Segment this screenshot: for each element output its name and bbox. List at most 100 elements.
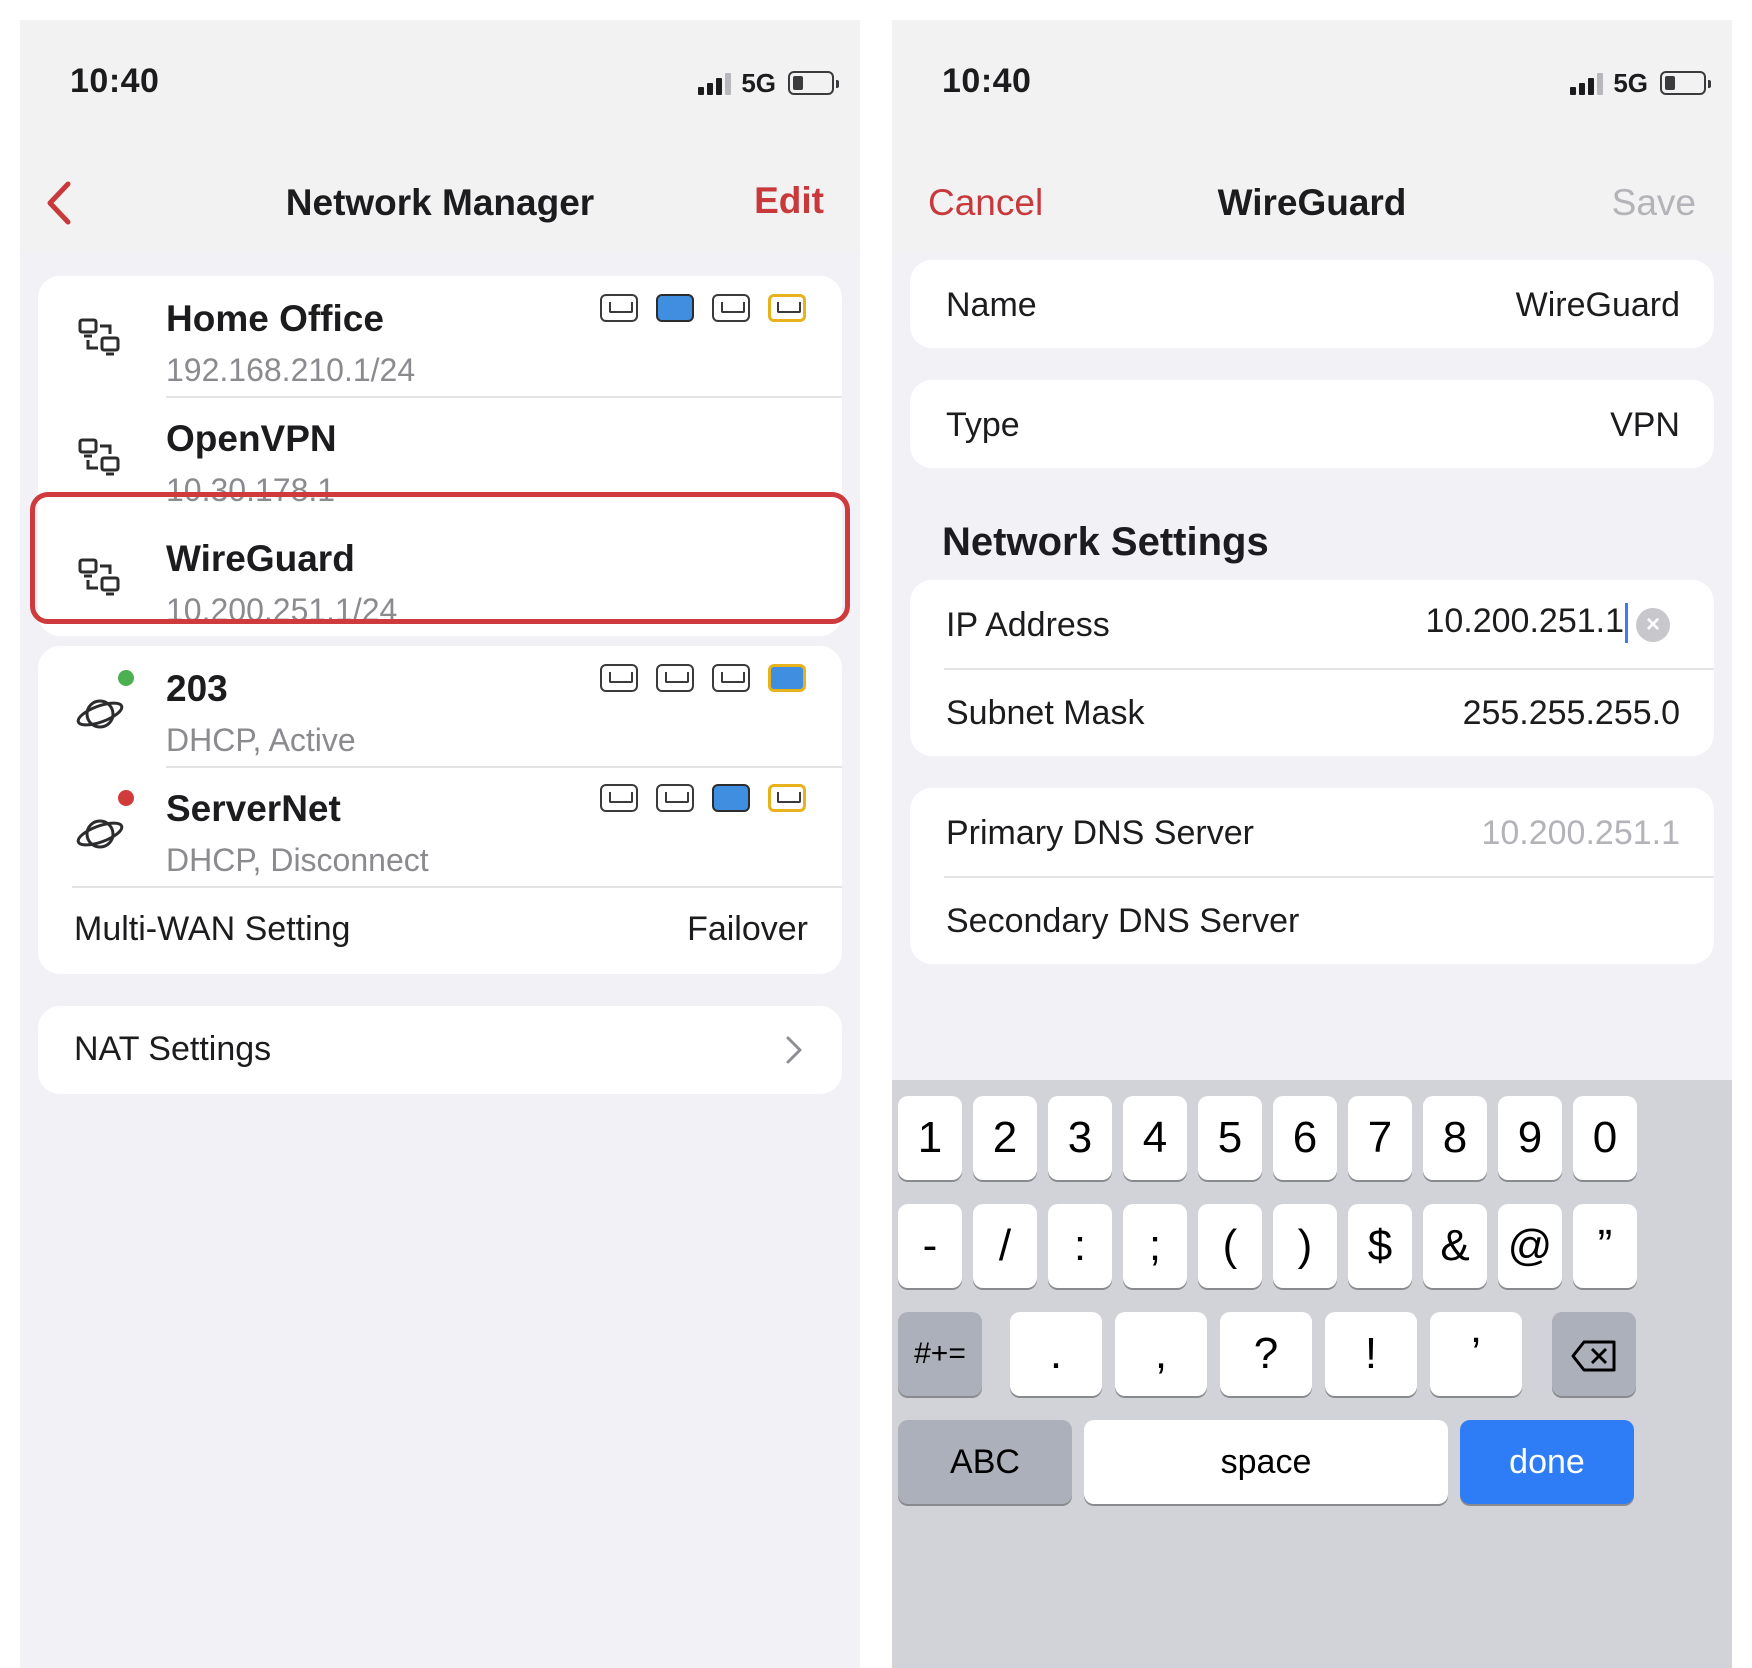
wan-status: DHCP, Disconnect (166, 842, 429, 878)
abc-key[interactable]: ABC (898, 1420, 1072, 1504)
section-header: Network Settings (942, 520, 1269, 564)
ip-address-input[interactable]: 10.200.251.1 (1425, 602, 1628, 644)
network-type: 5G (1613, 67, 1648, 98)
type-label: Type (946, 406, 1020, 444)
keyboard-key[interactable]: 0 (1573, 1096, 1637, 1180)
lan-network-icon (78, 318, 120, 356)
subnet-mask-input[interactable]: 255.255.255.0 (1463, 694, 1680, 733)
keyboard-key[interactable]: ? (1220, 1312, 1312, 1396)
type-row[interactable]: Type VPN (910, 380, 1714, 468)
keyboard-key[interactable]: 5 (1198, 1096, 1262, 1180)
wireguard-edit-screen: 10:40 5G Cancel WireGuard Save Name Wire… (892, 20, 1732, 1668)
keyboard-key[interactable]: 6 (1273, 1096, 1337, 1180)
keyboard-key[interactable]: 3 (1048, 1096, 1112, 1180)
space-key[interactable]: space (1084, 1420, 1448, 1504)
status-indicators: 5G (1570, 67, 1711, 98)
more-symbols-key[interactable]: #+= (898, 1312, 982, 1396)
battery-icon (1660, 71, 1711, 95)
page-title: WireGuard (1217, 182, 1407, 223)
port-icon (600, 664, 638, 692)
signal-icon (698, 71, 732, 95)
keyboard-key[interactable]: ) (1273, 1204, 1337, 1288)
multiwan-label: Multi-WAN Setting (74, 910, 351, 948)
text-cursor (1625, 603, 1628, 644)
keyboard-key[interactable]: & (1423, 1204, 1487, 1288)
status-dot-active (118, 670, 134, 686)
port-icon (712, 294, 750, 322)
status-bar: 10:40 5G (20, 20, 860, 140)
wan-item-servernet[interactable]: ServerNet DHCP, Disconnect (38, 766, 842, 900)
secondary-dns-label: Secondary DNS Server (946, 902, 1300, 940)
port-icon (600, 294, 638, 322)
backspace-icon (1571, 1340, 1616, 1372)
numeric-keyboard: 1234567890 - /:;() $ & @” #+= .,?!’ ABC spac… (892, 1080, 1732, 1668)
divider (944, 876, 1714, 878)
port-indicators (600, 784, 806, 812)
nat-label: NAT Settings (74, 1030, 272, 1068)
network-item-home-office[interactable]: Home Office 192.168.210.1/24 (38, 276, 842, 410)
keyboard-key[interactable]: ! (1325, 1312, 1417, 1396)
chevron-right-icon (786, 1036, 802, 1064)
nav-bar: Network Manager Edit (20, 140, 860, 252)
keyboard-key[interactable]: , (1115, 1312, 1207, 1396)
page-title: Network Manager (285, 182, 595, 223)
backspace-key[interactable] (1552, 1312, 1636, 1396)
dns-settings-card: Primary DNS Server 10.200.251.1 Secondar… (910, 788, 1714, 964)
keyboard-key[interactable]: $ (1348, 1204, 1412, 1288)
multiwan-value: Failover (687, 910, 808, 948)
keyboard-key[interactable]: 9 (1498, 1096, 1562, 1180)
keyboard-key[interactable]: 8 (1423, 1096, 1487, 1180)
keyboard-key[interactable]: ( (1198, 1204, 1262, 1288)
wan-name: 203 (166, 668, 228, 709)
network-name: OpenVPN (166, 418, 337, 459)
signal-icon (1570, 71, 1604, 95)
network-list-content: Home Office 192.168.210.1/24 OpenVPN 10.… (20, 252, 860, 1668)
wan-name: ServerNet (166, 788, 341, 829)
ip-settings-card: IP Address 10.200.251.1 × Subnet Mask 25… (910, 580, 1714, 756)
clear-icon[interactable]: × (1636, 608, 1670, 642)
keyboard-key[interactable]: 2 (973, 1096, 1037, 1180)
name-label: Name (946, 286, 1037, 324)
network-address: 192.168.210.1/24 (166, 352, 416, 388)
network-manager-screen: 10:40 5G Network Manager Edit Home Offic… (20, 20, 860, 1668)
status-indicators: 5G (698, 68, 839, 98)
nat-settings-row[interactable]: NAT Settings (38, 1006, 842, 1094)
planet-icon (76, 819, 124, 849)
keyboard-key[interactable]: @ (1498, 1204, 1562, 1288)
battery-icon (788, 71, 839, 95)
keyboard-key[interactable]: ’ (1430, 1312, 1522, 1396)
done-key[interactable]: done (1460, 1420, 1634, 1504)
keyboard-key[interactable]: . (1010, 1312, 1102, 1396)
name-row[interactable]: Name WireGuard (910, 260, 1714, 348)
primary-dns-input[interactable]: 10.200.251.1 (1481, 814, 1680, 853)
status-dot-disconnected (118, 790, 134, 806)
wan-item-203[interactable]: 203 DHCP, Active (38, 646, 842, 780)
port-warning-icon (768, 784, 806, 812)
keyboard-key[interactable]: ; (1123, 1204, 1187, 1288)
status-time: 10:40 (70, 62, 160, 100)
multiwan-setting-row[interactable]: Multi-WAN Setting Failover (38, 886, 842, 974)
keyboard-key[interactable]: 1 (898, 1096, 962, 1180)
name-value: WireGuard (1515, 286, 1680, 324)
ip-address-label: IP Address (946, 606, 1110, 644)
selection-highlight (30, 492, 850, 624)
port-indicators (600, 664, 806, 692)
divider (944, 668, 1714, 670)
keyboard-key[interactable]: 7 (1348, 1096, 1412, 1180)
save-button[interactable]: Save (1612, 182, 1696, 224)
keyboard-key[interactable]: / (973, 1204, 1037, 1288)
edit-button[interactable]: Edit (754, 180, 824, 222)
port-warning-icon (768, 294, 806, 322)
primary-dns-label: Primary DNS Server (946, 814, 1254, 852)
port-active-icon (712, 784, 750, 812)
status-time: 10:40 (942, 62, 1032, 100)
keyboard-key[interactable]: ” (1573, 1204, 1637, 1288)
port-active-icon (768, 664, 806, 692)
port-icon (600, 784, 638, 812)
keyboard-key[interactable]: - (898, 1204, 962, 1288)
keyboard-key[interactable]: 4 (1123, 1096, 1187, 1180)
keyboard-key[interactable]: : (1048, 1204, 1112, 1288)
port-indicators (600, 294, 806, 322)
wan-status: DHCP, Active (166, 722, 356, 758)
ip-address-value: 10.200.251.1 (1425, 602, 1624, 640)
